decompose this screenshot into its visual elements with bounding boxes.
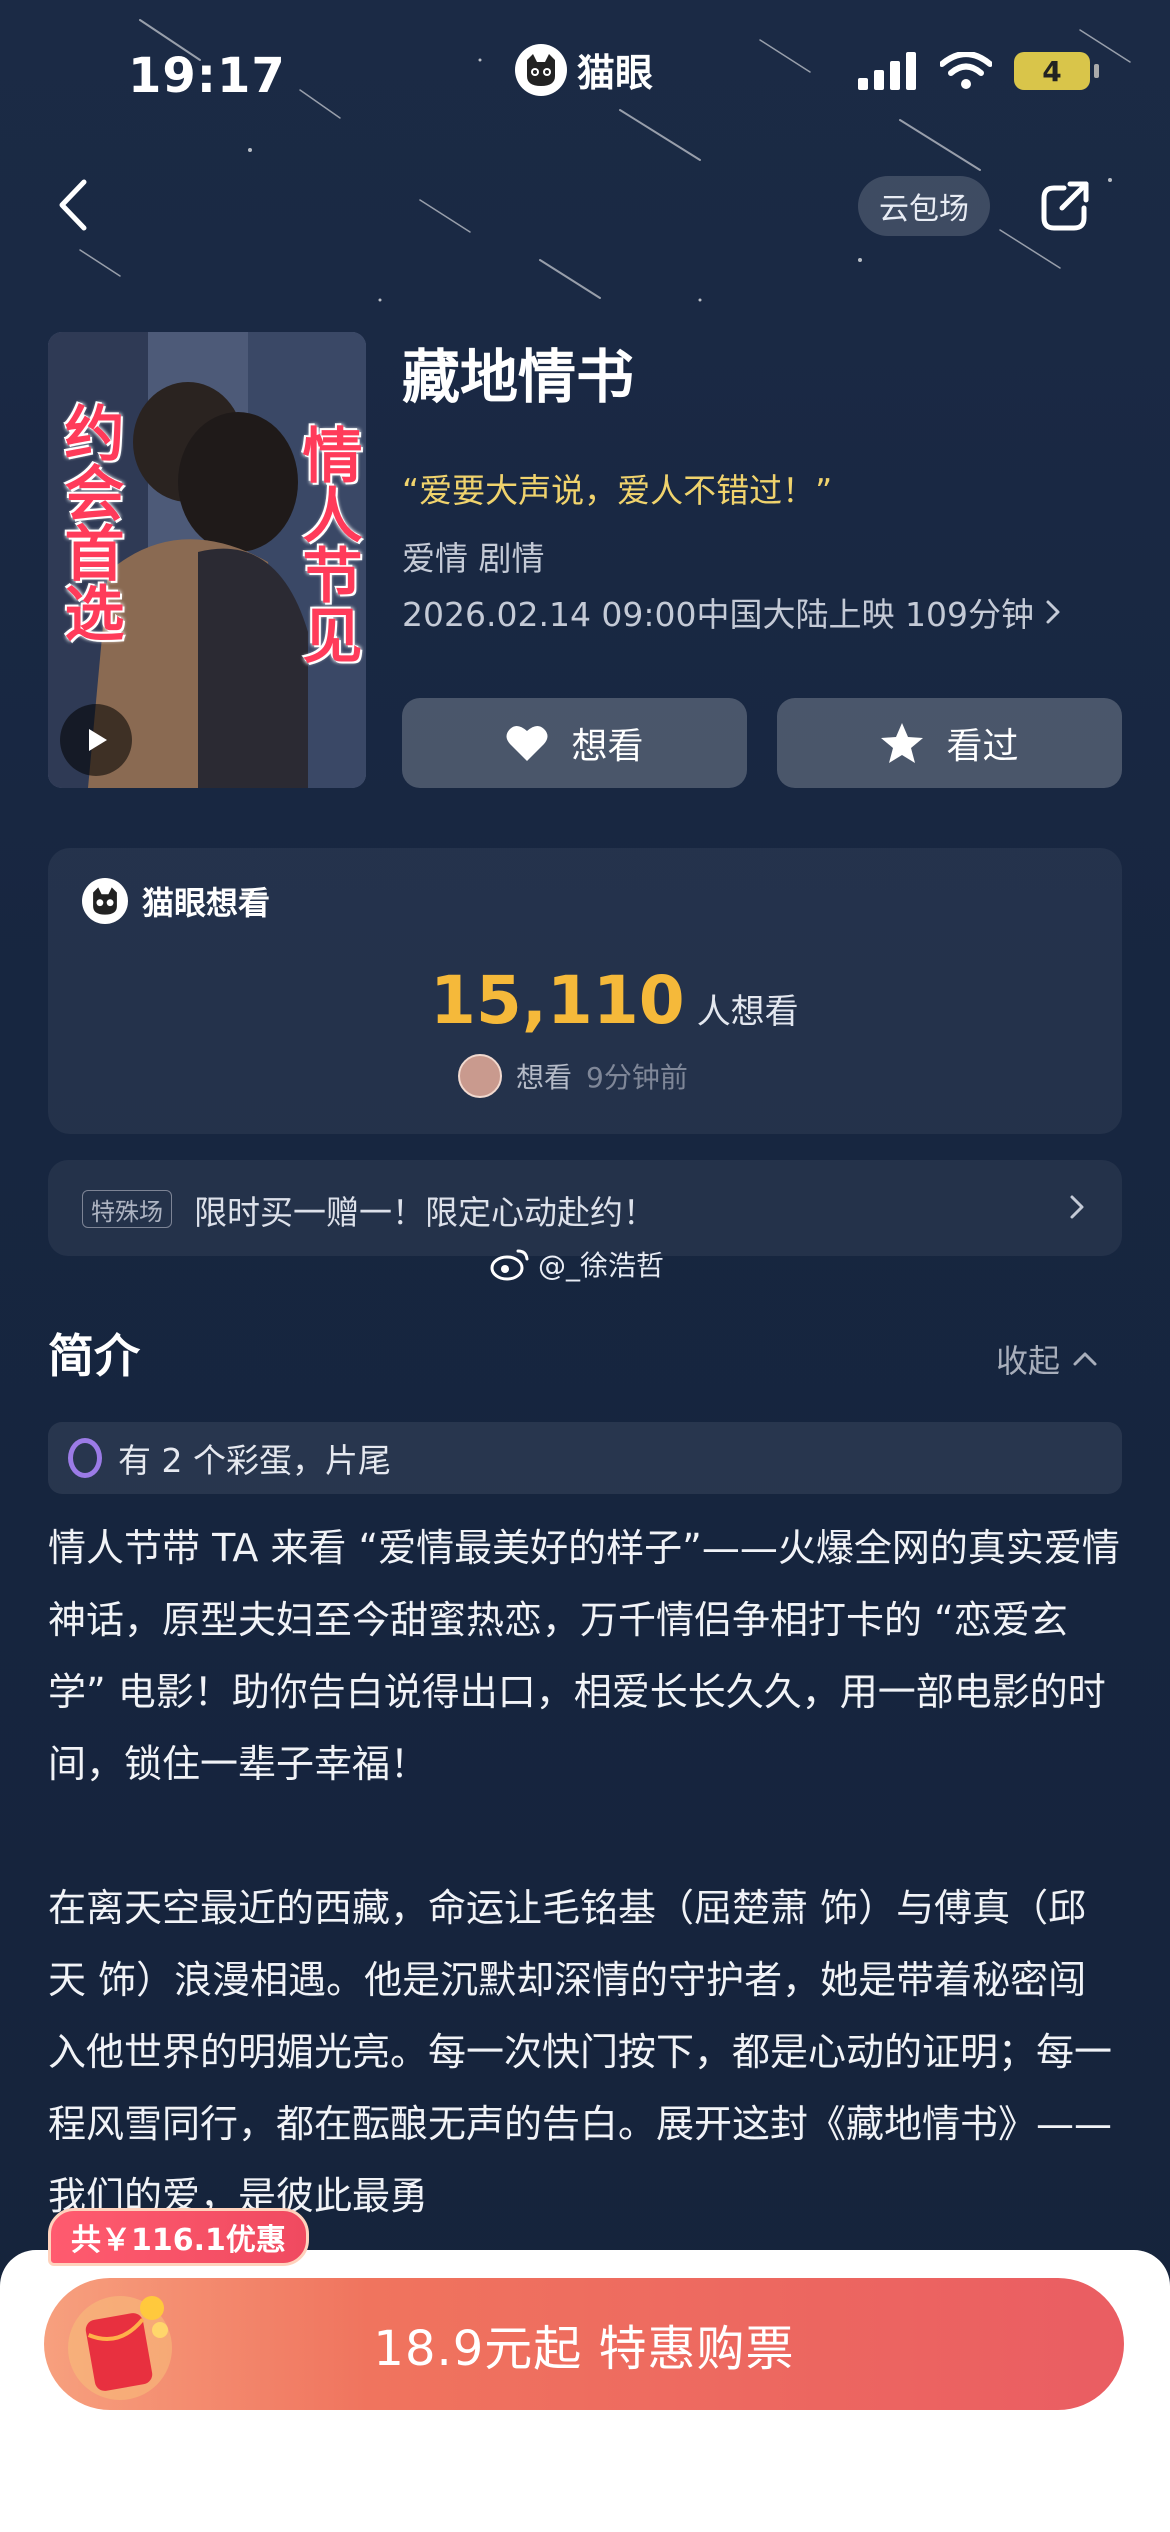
intro-section-title: 简介 bbox=[48, 1329, 140, 1383]
wifi-icon bbox=[940, 52, 992, 89]
battery-icon: 4 bbox=[1014, 52, 1099, 90]
synopsis-paragraph-1: 情人节带 TA 来看 “爱情最美好的样子”——火爆全网的真实爱情神话，原型夫妇至… bbox=[48, 1526, 1120, 1786]
recent-time: 9分钟前 bbox=[586, 1061, 688, 1094]
weibo-watermark: @_徐浩哲 bbox=[490, 1244, 664, 1284]
red-packet-icon bbox=[68, 2296, 172, 2400]
heart-icon bbox=[506, 725, 548, 761]
want-count-unit: 人想看 bbox=[696, 992, 799, 1032]
recent-action: 想看 bbox=[516, 1061, 573, 1094]
share-icon[interactable] bbox=[1036, 176, 1096, 236]
discount-badge: 共￥116.1优惠 bbox=[48, 2208, 309, 2266]
poster-text-left: 约会首选 bbox=[54, 402, 124, 642]
system-icons: 4 bbox=[858, 52, 1099, 90]
release-info-text: 2026.02.14 09:00中国大陆上映 109分钟 bbox=[402, 595, 1035, 634]
easter-egg-icon bbox=[68, 1438, 102, 1478]
release-info[interactable]: 2026.02.14 09:00中国大陆上映 109分钟 bbox=[402, 588, 1062, 636]
cloud-booking-button[interactable]: 云包场 bbox=[858, 176, 990, 236]
promo-text: 限时买一赠一！限定心动赴约！ bbox=[194, 1193, 656, 1232]
synopsis-paragraph-2: 在离天空最近的西藏，命运让毛铭基（屈楚萧 饰）与傅真（邱天 饰）浪漫相遇。他是沉… bbox=[48, 1886, 1113, 2218]
back-arrow-icon[interactable] bbox=[48, 170, 108, 240]
maoyan-logo-icon bbox=[82, 878, 128, 924]
maoyan-logo-icon bbox=[515, 43, 567, 96]
chevron-right-icon bbox=[1070, 1195, 1084, 1219]
poster-text-right: 情人节见 bbox=[292, 424, 362, 664]
movie-slogan: “爱要大声说，爱人不错过！” bbox=[402, 471, 833, 510]
status-bar: 19:17 猫眼 4 bbox=[0, 0, 1170, 150]
cellular-signal-icon bbox=[858, 52, 916, 90]
want-count-card: 猫眼想看 15,110 人想看 想看 9分钟前 bbox=[48, 848, 1122, 1134]
want-label: 想看 bbox=[571, 726, 644, 767]
watched-button[interactable]: 看过 bbox=[777, 698, 1122, 788]
weibo-icon bbox=[490, 1249, 529, 1281]
play-icon bbox=[89, 729, 107, 751]
want-to-watch-button[interactable]: 想看 bbox=[402, 698, 747, 788]
status-time: 19:17 bbox=[128, 48, 286, 104]
chevron-up-icon bbox=[1073, 1352, 1097, 1366]
want-count-number: 15,110 bbox=[430, 962, 685, 1039]
chevron-right-icon bbox=[1046, 600, 1060, 624]
avatar bbox=[458, 1054, 502, 1098]
play-trailer-button[interactable] bbox=[60, 704, 132, 776]
movie-title: 藏地情书 bbox=[402, 343, 635, 411]
easter-egg-info: 有 2 个彩蛋，片尾 bbox=[48, 1422, 1122, 1494]
brand-name: 猫眼 bbox=[577, 51, 654, 95]
movie-poster[interactable]: 约会首选 情人节见 bbox=[48, 332, 366, 788]
collapse-label: 收起 bbox=[996, 1342, 1061, 1380]
star-icon bbox=[881, 723, 924, 763]
promo-tag: 特殊场 bbox=[82, 1190, 172, 1228]
want-card-heading: 猫眼想看 bbox=[142, 884, 271, 922]
special-screening-banner[interactable]: 特殊场 限时买一赠一！限定心动赴约！ bbox=[48, 1160, 1122, 1256]
brand: 猫眼 bbox=[515, 42, 653, 97]
seen-label: 看过 bbox=[946, 726, 1019, 767]
want-count: 15,110 人想看 bbox=[430, 962, 799, 1039]
buy-ticket-label: 18.9元起 特惠购票 bbox=[373, 2321, 795, 2377]
buy-ticket-button[interactable]: 18.9元起 特惠购票 bbox=[44, 2278, 1124, 2410]
movie-genres: 爱情 剧情 bbox=[402, 539, 545, 578]
recent-activity: 想看 9分钟前 bbox=[458, 1054, 688, 1098]
collapse-toggle[interactable]: 收起 bbox=[996, 1336, 1098, 1382]
slogan-text: 爱要大声说，爱人不错过！ bbox=[419, 471, 816, 510]
easter-egg-text: 有 2 个彩蛋，片尾 bbox=[118, 1441, 391, 1480]
want-card-header: 猫眼想看 bbox=[82, 878, 270, 924]
synopsis: 情人节带 TA 来看 “爱情最美好的样子”——火爆全网的真实爱情神话，原型夫妇至… bbox=[48, 1512, 1122, 2232]
watermark-text: @_徐浩哲 bbox=[538, 1249, 665, 1282]
